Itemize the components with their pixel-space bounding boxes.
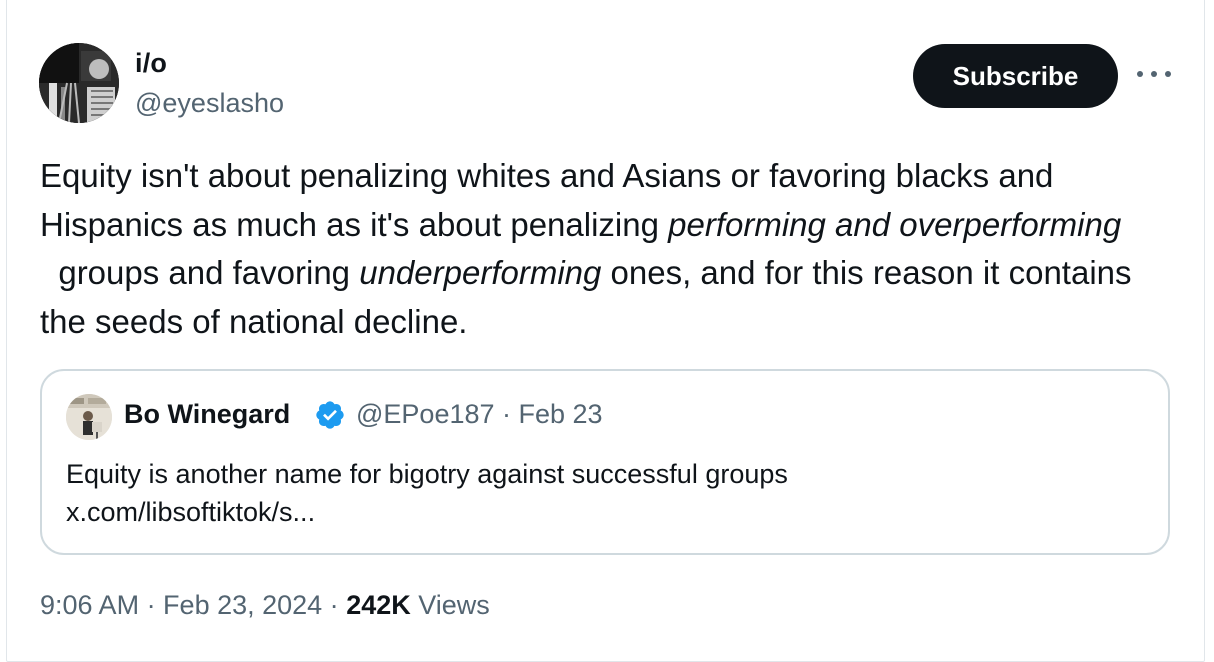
tweet-text-part: groups and favoring (40, 254, 360, 291)
quoted-link[interactable]: x.com/libsoftiktok/s... (66, 493, 1146, 531)
tweet-footer: 9:06 AM · Feb 23, 2024 · 242K Views (40, 590, 490, 621)
author-avatar[interactable] (39, 43, 119, 123)
more-dot (1151, 71, 1157, 77)
author-handle[interactable]: @eyeslasho (135, 88, 284, 119)
quoted-text-line: Equity is another name for bigotry again… (66, 459, 788, 489)
quoted-tweet[interactable]: Bo Winegard @EPoe187 · Feb 23 Equity is … (40, 369, 1170, 555)
avatar-image (39, 43, 119, 123)
author-display-name[interactable]: i/o (135, 48, 167, 79)
quoted-author-name[interactable]: Bo Winegard (124, 399, 290, 430)
more-dot (1165, 71, 1171, 77)
subscribe-button[interactable]: Subscribe (913, 44, 1118, 108)
more-dot (1137, 71, 1143, 77)
views-label: Views (410, 590, 490, 620)
tweet-text-italic: underperforming (359, 254, 602, 291)
tweet-timestamp[interactable]: 9:06 AM · Feb 23, 2024 · (40, 590, 346, 620)
verified-badge-icon (316, 401, 344, 429)
quoted-avatar-image (66, 394, 112, 440)
tweet-text-italic: performing and overperforming (668, 205, 1122, 243)
quoted-text: Equity is another name for bigotry again… (66, 455, 1146, 531)
quoted-meta[interactable]: @EPoe187 · Feb 23 (356, 399, 603, 430)
tweet-text: Equity isn't about penalizing whites and… (40, 152, 1180, 346)
quoted-author-avatar[interactable] (66, 394, 112, 440)
views-count: 242K (346, 590, 411, 620)
more-horizontal-icon[interactable] (1137, 64, 1171, 84)
